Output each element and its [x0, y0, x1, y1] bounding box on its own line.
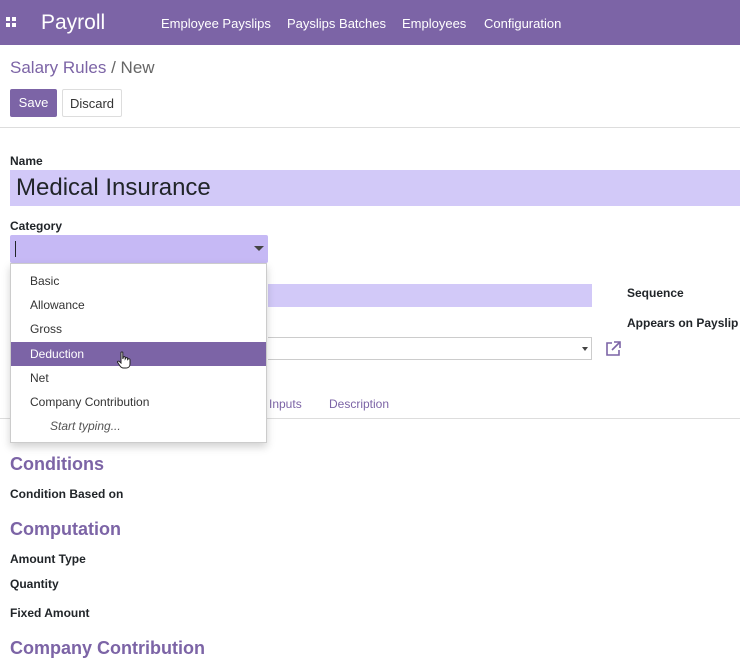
app-title[interactable]: Payroll — [41, 11, 105, 35]
sequence-label: Sequence — [627, 286, 684, 300]
category-input[interactable] — [10, 235, 268, 263]
hand-pointer-icon — [116, 351, 131, 369]
dropdown-option-gross[interactable]: Gross — [11, 317, 266, 341]
condition-based-on-label: Condition Based on — [10, 487, 124, 501]
dropdown-start-typing-hint: Start typing... — [50, 419, 121, 433]
breadcrumb-separator: / — [106, 58, 121, 77]
menu-payslips-batches[interactable]: Payslips Batches — [287, 16, 386, 31]
menu-employee-payslips[interactable]: Employee Payslips — [161, 16, 271, 31]
name-label: Name — [10, 154, 43, 168]
amount-type-label: Amount Type — [10, 552, 86, 566]
computation-heading: Computation — [10, 519, 121, 539]
category-dropdown-menu: Basic Allowance Gross Deduction Net Comp… — [10, 263, 267, 443]
select-arrow-icon — [582, 347, 588, 351]
breadcrumb: Salary Rules / New — [10, 58, 155, 78]
dropdown-option-allowance[interactable]: Allowance — [11, 293, 266, 317]
breadcrumb-salary-rules-link[interactable]: Salary Rules — [10, 58, 106, 77]
apps-menu-icon[interactable] — [6, 17, 16, 27]
dropdown-option-deduction[interactable]: Deduction — [11, 342, 266, 366]
breadcrumb-current: New — [120, 58, 155, 77]
conditions-heading: Conditions — [10, 454, 104, 474]
top-navbar: Payroll Employee Payslips Payslips Batch… — [0, 0, 740, 45]
company-contribution-heading: Company Contribution — [10, 638, 205, 658]
discard-button[interactable]: Discard — [62, 89, 122, 117]
dropdown-option-net[interactable]: Net — [11, 366, 266, 390]
structure-select[interactable] — [268, 337, 592, 360]
menu-employees[interactable]: Employees — [402, 16, 466, 31]
quantity-label: Quantity — [10, 577, 59, 591]
tab-description[interactable]: Description — [329, 397, 389, 411]
name-input[interactable]: Medical Insurance — [10, 170, 740, 206]
fixed-amount-label: Fixed Amount — [10, 606, 90, 620]
dropdown-option-basic[interactable]: Basic — [11, 269, 266, 293]
category-label: Category — [10, 219, 63, 233]
appears-on-payslip-label: Appears on Payslip — [627, 316, 739, 330]
tab-inputs[interactable]: Inputs — [269, 397, 302, 411]
save-button[interactable]: Save — [10, 89, 57, 117]
text-caret — [15, 241, 16, 257]
code-input[interactable] — [268, 284, 592, 307]
category-dropdown-arrow-icon[interactable] — [254, 246, 264, 251]
dropdown-option-company-contribution[interactable]: Company Contribution — [11, 390, 266, 414]
control-panel-divider — [0, 127, 740, 128]
menu-configuration[interactable]: Configuration — [484, 16, 561, 31]
external-link-icon[interactable] — [604, 340, 622, 358]
